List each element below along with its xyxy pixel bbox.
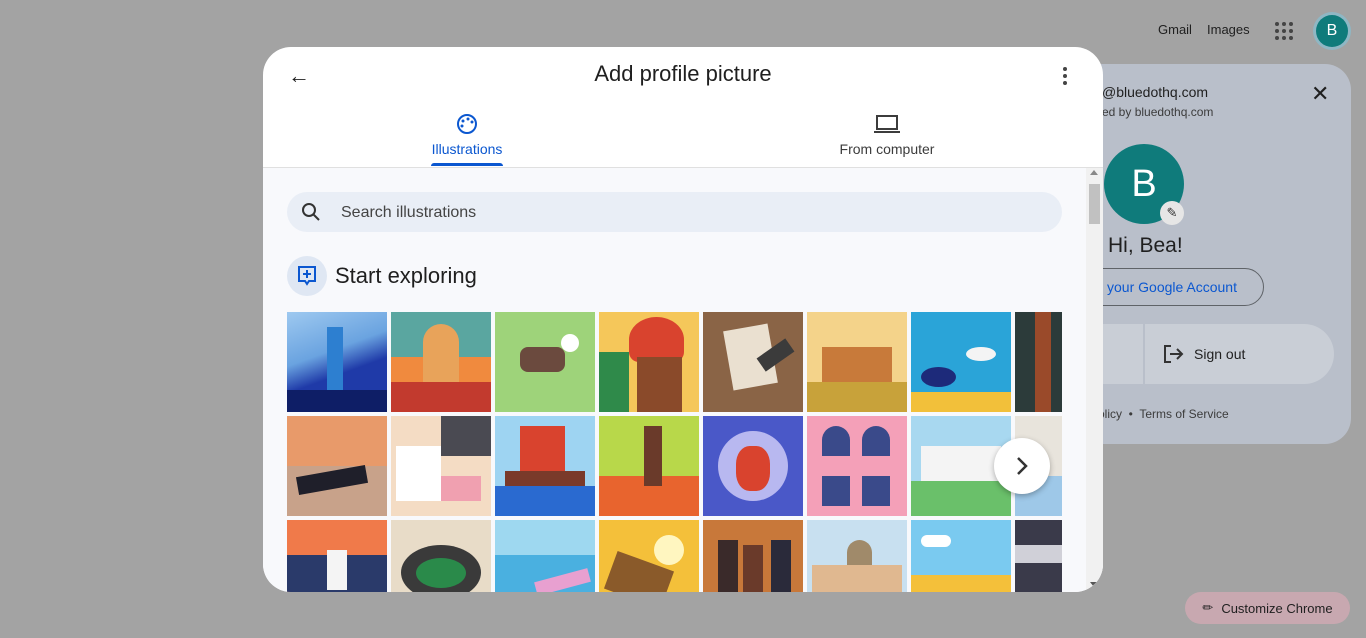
- more-options-icon[interactable]: [1063, 67, 1067, 85]
- illustration-eagle[interactable]: [599, 520, 699, 592]
- tab-illustrations[interactable]: Illustrations: [367, 113, 567, 166]
- illustration-surfers[interactable]: [495, 520, 595, 592]
- illustration-stadium[interactable]: [391, 520, 491, 592]
- illustration-junk-boat[interactable]: [495, 416, 595, 516]
- tab-illustrations-label: Illustrations: [431, 141, 503, 157]
- search-icon: [302, 203, 320, 221]
- illustration-runner[interactable]: [599, 416, 699, 516]
- illustration-dog[interactable]: [495, 312, 595, 412]
- pencil-icon: ✏: [1202, 600, 1214, 615]
- add-profile-picture-dialog: ← Add profile picture Illustrations From…: [263, 47, 1103, 592]
- illustration-beach-volleyball[interactable]: [287, 416, 387, 516]
- illustration-meerkat[interactable]: [391, 312, 491, 412]
- illustration-forest[interactable]: [1015, 312, 1062, 412]
- divider: [1143, 324, 1145, 384]
- explore-icon: [287, 256, 327, 296]
- illustration-mountains[interactable]: [911, 520, 1011, 592]
- account-managed-by: ed by bluedothq.com: [1102, 105, 1214, 119]
- sign-out-button[interactable]: Sign out: [1162, 344, 1245, 364]
- scrollbar-thumb[interactable]: [1089, 184, 1100, 224]
- gmail-link[interactable]: Gmail: [1158, 22, 1192, 37]
- illustration-cathedral[interactable]: [807, 520, 907, 592]
- dialog-title: Add profile picture: [594, 61, 772, 86]
- illustration-grid: [287, 312, 1062, 592]
- scroll-down-icon[interactable]: [1090, 582, 1098, 587]
- close-icon[interactable]: ✕: [1311, 81, 1329, 107]
- section-title: Start exploring: [335, 263, 477, 288]
- chevron-right-icon: [1017, 457, 1028, 475]
- apps-grid-icon[interactable]: [1275, 22, 1293, 40]
- tab-from-computer[interactable]: From computer: [787, 113, 987, 157]
- illustration-memorial[interactable]: [807, 312, 907, 412]
- illustration-skier[interactable]: [287, 520, 387, 592]
- illustrations-panel: Start exploring: [263, 168, 1103, 592]
- tab-indicator: [431, 163, 503, 166]
- search-bar[interactable]: [287, 192, 1062, 234]
- customize-chrome-label: Customize Chrome: [1221, 600, 1333, 616]
- laptop-icon: [874, 115, 900, 133]
- sign-out-icon: [1164, 345, 1184, 363]
- pencil-icon[interactable]: ✎: [1160, 201, 1184, 225]
- scrollbar[interactable]: [1086, 168, 1103, 592]
- illustration-coral-fish[interactable]: [911, 312, 1011, 412]
- illustration-bull[interactable]: [703, 416, 803, 516]
- illustration-musicians[interactable]: [703, 520, 803, 592]
- images-link[interactable]: Images: [1207, 22, 1250, 37]
- customize-chrome-button[interactable]: ✏ Customize Chrome: [1185, 592, 1350, 624]
- account-email: @bluedothq.com: [1102, 84, 1209, 100]
- illustration-windows-flowers[interactable]: [807, 416, 907, 516]
- illustration-piano[interactable]: [1015, 520, 1062, 592]
- account-avatar-button[interactable]: B: [1316, 15, 1348, 47]
- sign-out-label: Sign out: [1194, 346, 1246, 362]
- palette-icon: [457, 114, 477, 134]
- manage-account-label: your Google Account: [1107, 279, 1237, 295]
- account-greeting: Hi, Bea!: [1108, 234, 1183, 257]
- tab-from-computer-label: From computer: [839, 141, 935, 157]
- search-input[interactable]: [339, 192, 1043, 234]
- illustration-quill-letter[interactable]: [703, 312, 803, 412]
- illustration-flashlight[interactable]: [287, 312, 387, 412]
- account-footer-links[interactable]: olicy • Terms of Service: [1098, 407, 1229, 421]
- next-page-button[interactable]: [994, 438, 1050, 494]
- scroll-up-icon[interactable]: [1090, 170, 1098, 175]
- illustration-laptop-desk[interactable]: [391, 416, 491, 516]
- illustration-woman-headwrap[interactable]: [599, 312, 699, 412]
